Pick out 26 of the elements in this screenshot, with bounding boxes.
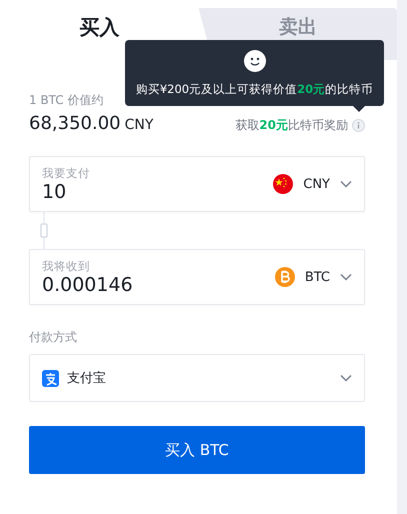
- currency-select[interactable]: CNY: [303, 176, 330, 192]
- payment-method: 支付宝: [67, 370, 107, 387]
- payment-select[interactable]: 支付宝: [29, 354, 365, 402]
- china-flag-icon: [273, 174, 294, 194]
- pay-field[interactable]: 我要支付 10 CNY: [29, 156, 365, 212]
- alipay-icon: [42, 370, 59, 386]
- chevron-down-icon: [340, 180, 352, 188]
- rate-label: 1 BTC 价值约: [29, 92, 105, 109]
- chevron-down-icon: [340, 273, 352, 281]
- info-icon[interactable]: [352, 119, 365, 132]
- amount-input[interactable]: 10: [42, 180, 202, 202]
- price-currency: CNY: [124, 117, 154, 133]
- field-label: 我将收到: [42, 258, 91, 274]
- chevron-down-icon: [340, 374, 352, 382]
- amount-input[interactable]: 0.000146: [42, 274, 202, 296]
- price-amount: 68,350.00: [29, 113, 121, 134]
- receive-field[interactable]: 我将收到 0.000146 BTC: [29, 249, 365, 305]
- link-icon: [39, 212, 49, 249]
- reward-text: 获取20元比特币奖励: [235, 117, 348, 134]
- buy-button[interactable]: 买入 BTC: [29, 426, 365, 474]
- field-label: 我要支付: [42, 166, 91, 180]
- bitcoin-icon: [274, 267, 295, 287]
- tooltip-text: 购买¥200元及以上可获得价值20元的比特币: [136, 82, 374, 96]
- currency-select[interactable]: BTC: [304, 270, 330, 284]
- smiley-icon: [244, 50, 266, 72]
- payment-label: 付款方式: [29, 329, 78, 346]
